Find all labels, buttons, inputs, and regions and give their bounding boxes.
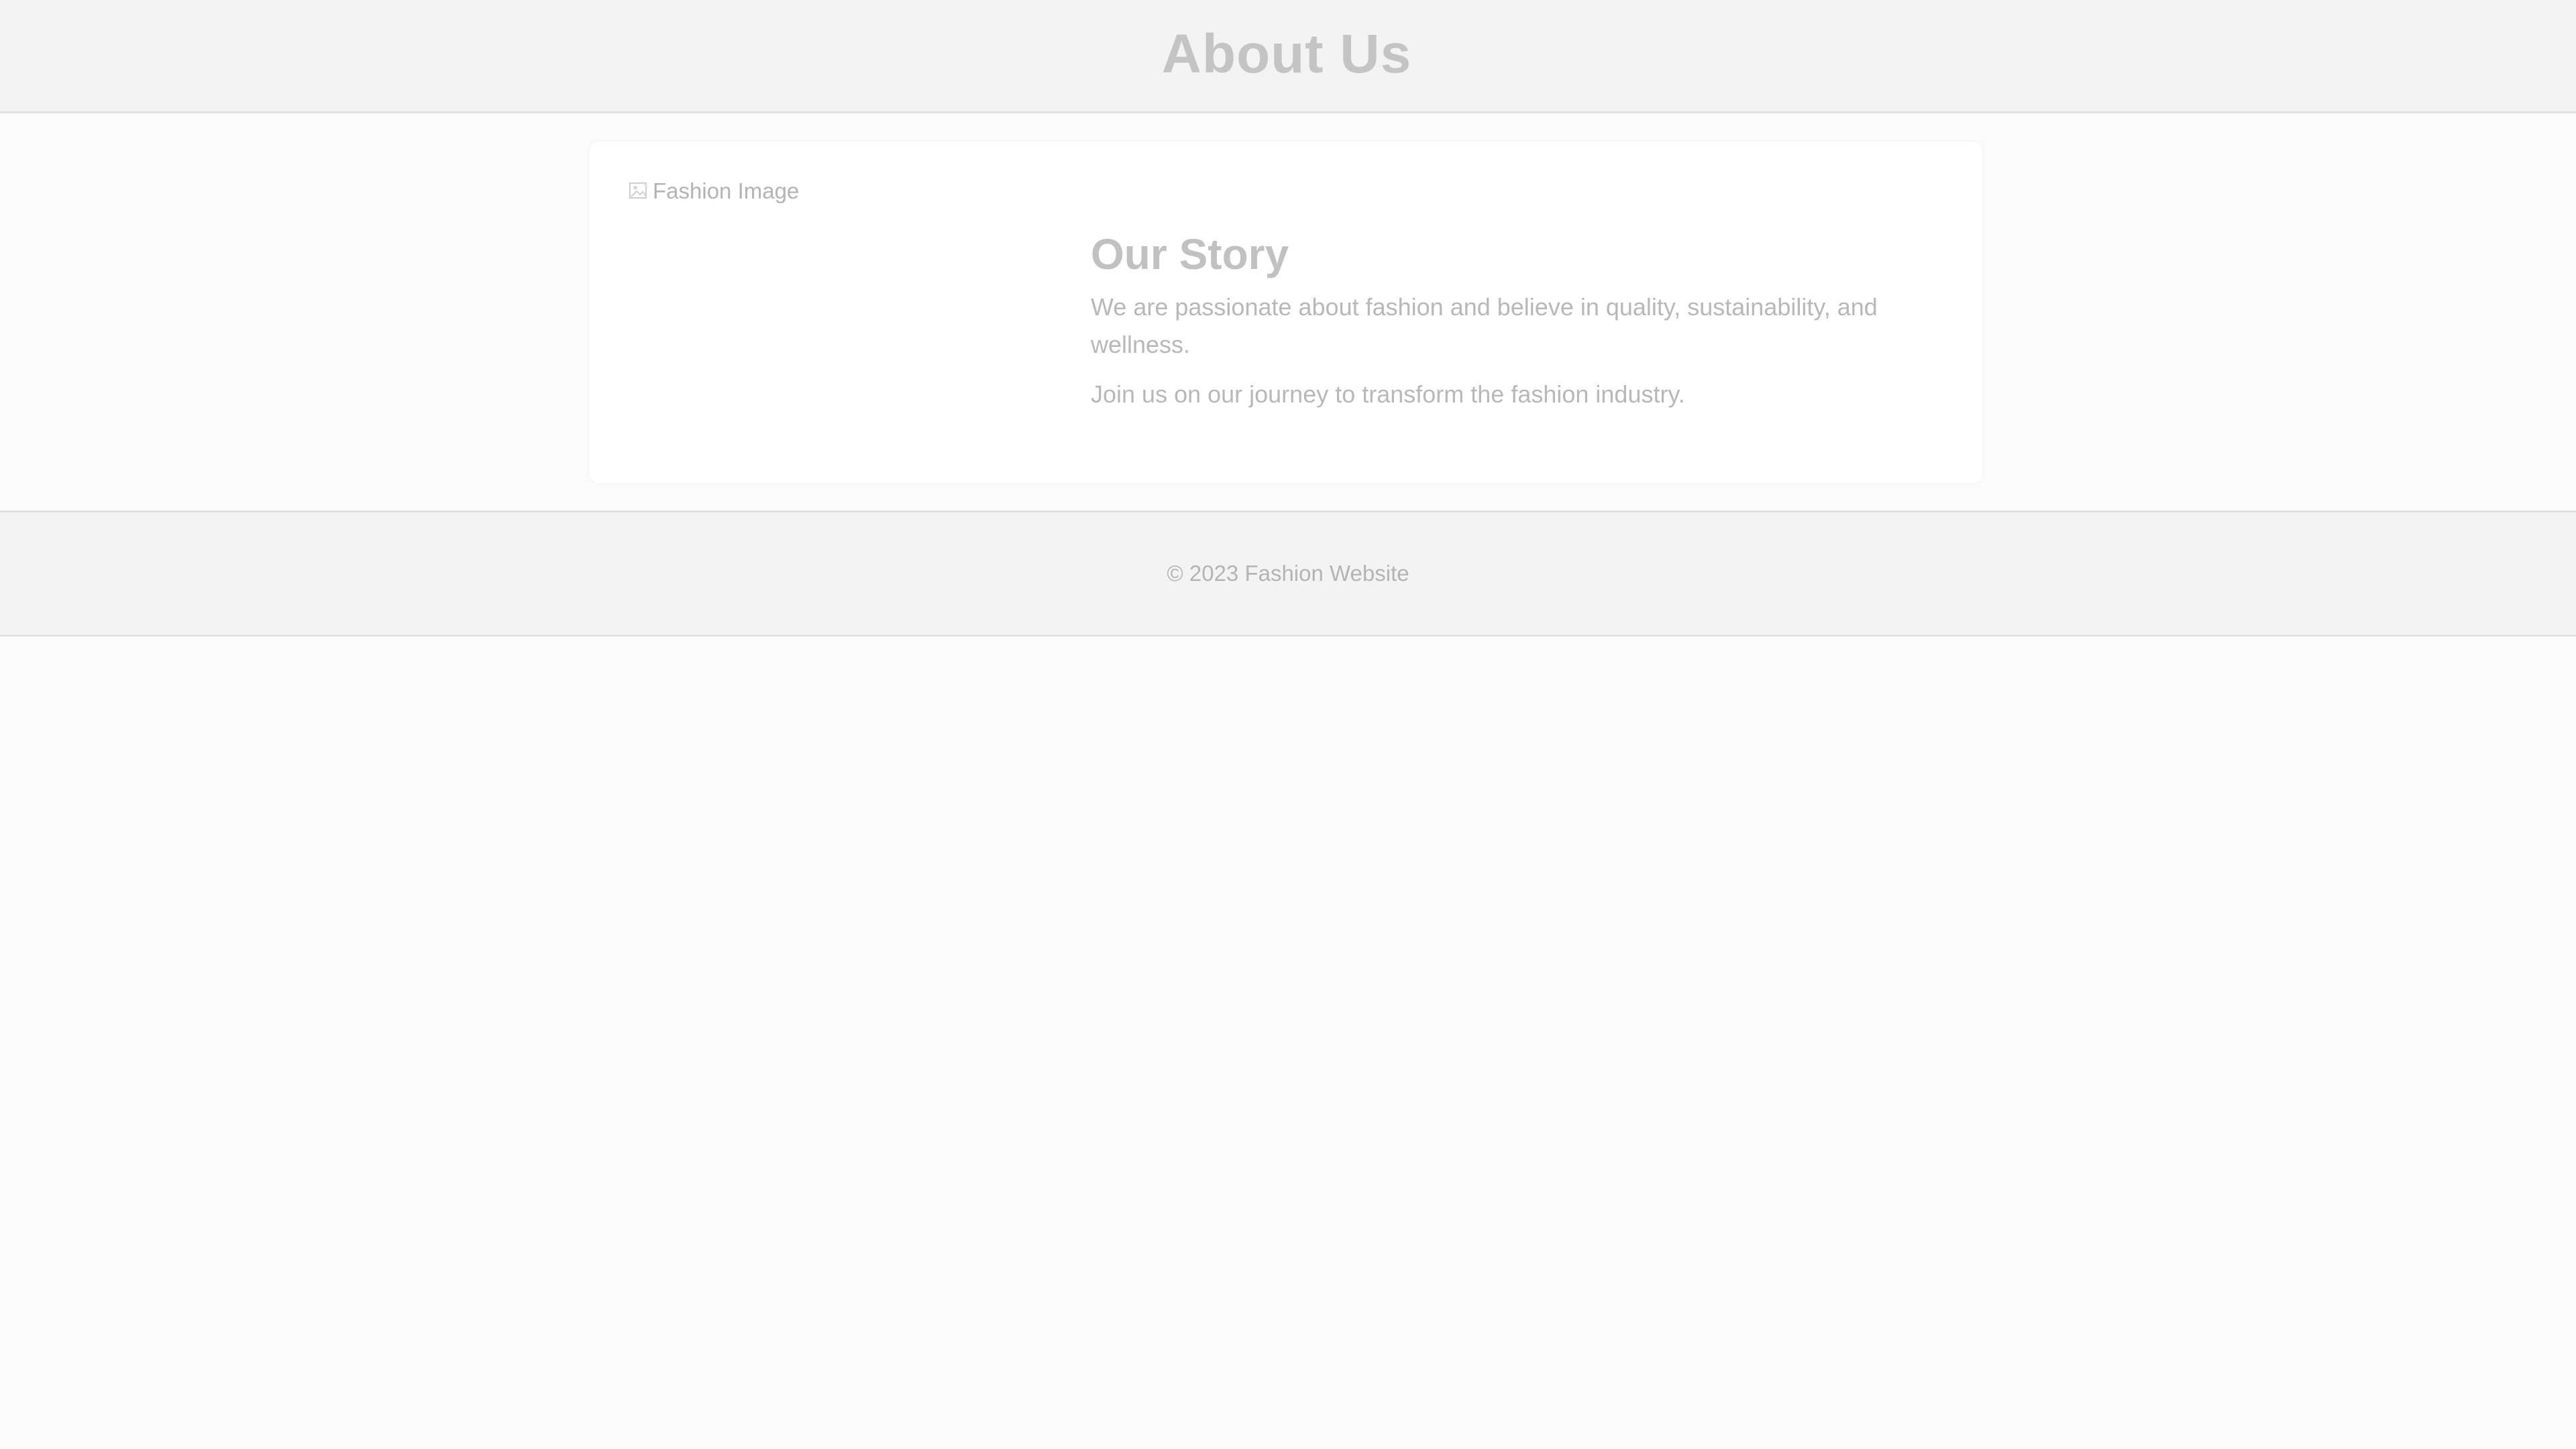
copyright-text: © 2023 Fashion Website: [1167, 561, 1409, 586]
story-section: Our Story We are passionate about fashio…: [1091, 230, 1936, 425]
page-header: About Us: [0, 0, 2576, 113]
page-footer: © 2023 Fashion Website: [0, 511, 2576, 637]
fashion-image: Fashion Image: [627, 178, 799, 204]
story-heading: Our Story: [1091, 230, 1289, 278]
about-card: Fashion Image Our Story We are passionat…: [590, 142, 1982, 483]
broken-image-icon: [627, 179, 651, 203]
story-paragraph-2: Join us on our journey to transform the …: [1091, 380, 1685, 408]
image-alt-text: Fashion Image: [653, 178, 800, 203]
story-paragraph-1: We are passionate about fashion and beli…: [1091, 292, 1878, 358]
page-title: About Us: [1161, 23, 1412, 85]
